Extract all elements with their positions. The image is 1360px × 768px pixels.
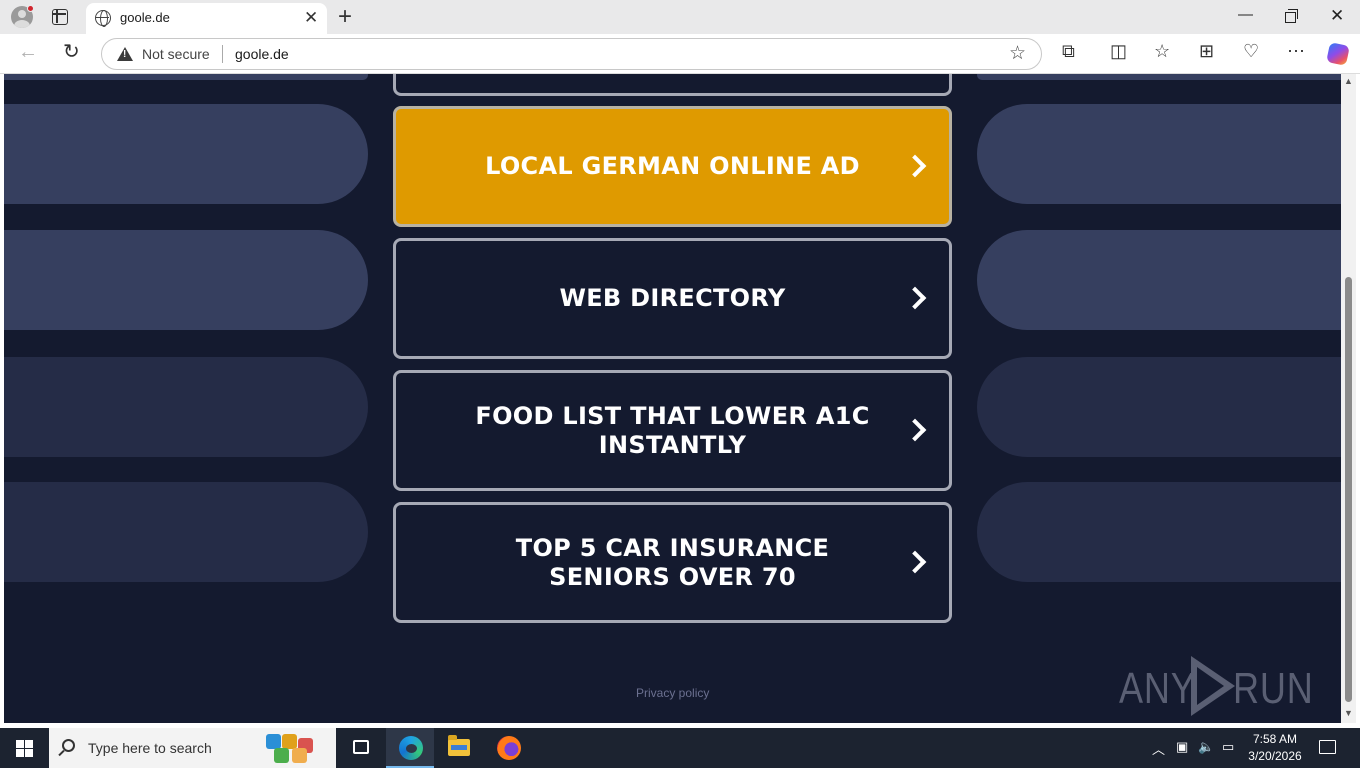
search-highlight-icon[interactable] xyxy=(266,732,328,764)
globe-icon xyxy=(95,10,111,27)
chevron-right-icon xyxy=(903,418,927,441)
decorative-pill xyxy=(4,104,368,204)
copilot-icon[interactable] xyxy=(1326,42,1350,66)
firefox-taskbar-button[interactable] xyxy=(484,728,532,768)
minimize-button[interactable]: — xyxy=(1238,6,1253,23)
play-logo-icon xyxy=(1191,656,1235,716)
decorative-pill xyxy=(977,104,1341,204)
decorative-pill xyxy=(4,230,368,330)
scroll-down-icon[interactable]: ▼ xyxy=(1344,708,1353,718)
decorative-pill xyxy=(4,74,368,80)
windows-start-icon[interactable] xyxy=(16,740,33,757)
scroll-up-icon[interactable]: ▲ xyxy=(1344,76,1353,86)
tab-strip: goole.de ✕ + — ✕ xyxy=(0,0,1360,34)
ad-card-car-insurance[interactable]: TOP 5 CAR INSURANCE SENIORS OVER 70 xyxy=(393,502,952,623)
close-tab-icon[interactable]: ✕ xyxy=(304,9,318,27)
volume-icon[interactable]: 🔈 xyxy=(1198,739,1214,755)
ad-card-food-list[interactable]: FOOD LIST THAT LOWER A1C INSTANTLY xyxy=(393,370,952,491)
file-explorer-icon xyxy=(448,735,470,756)
scroll-thumb[interactable] xyxy=(1345,277,1352,702)
close-window-button[interactable]: ✕ xyxy=(1330,6,1344,26)
search-placeholder: Type here to search xyxy=(88,740,212,756)
ad-label: TOP 5 CAR INSURANCE SENIORS OVER 70 xyxy=(515,533,830,591)
browser-essentials-icon[interactable]: ♡ xyxy=(1243,41,1259,61)
star-icon[interactable]: ☆ xyxy=(1009,42,1026,65)
reload-icon[interactable]: ↻ xyxy=(63,39,80,64)
meet-now-icon[interactable]: ▣ xyxy=(1176,739,1188,755)
ad-card-local-german[interactable]: LOCAL GERMAN ONLINE AD xyxy=(393,106,952,227)
new-tab-button[interactable]: + xyxy=(338,4,352,30)
url-text[interactable]: goole.de xyxy=(235,46,289,62)
browser-toolbar: ← ↻ Not secure goole.de ☆ ⧉ ◫ ☆ ⊞ ♡ ⋯ xyxy=(0,34,1360,74)
more-icon[interactable]: ⋯ xyxy=(1287,41,1305,61)
chevron-right-icon xyxy=(903,550,927,573)
ad-label: LOCAL GERMAN ONLINE AD xyxy=(485,152,860,180)
privacy-policy-link[interactable]: Privacy policy xyxy=(636,686,709,700)
decorative-pill xyxy=(977,482,1341,582)
watermark-run: RUN xyxy=(1233,664,1314,713)
file-explorer-button[interactable] xyxy=(435,728,483,768)
address-bar[interactable]: Not secure goole.de ☆ xyxy=(101,38,1042,70)
firefox-icon xyxy=(497,736,521,760)
watermark-any: ANY xyxy=(1119,664,1196,713)
decorative-pill xyxy=(4,482,368,582)
windows-taskbar: Type here to search ︿ ▣ 🔈 ▭ 7:58 AM 3/20… xyxy=(0,728,1360,768)
task-view-button[interactable] xyxy=(337,728,385,768)
back-icon[interactable]: ← xyxy=(18,41,38,64)
notifications-icon[interactable] xyxy=(1319,740,1336,754)
vertical-scrollbar[interactable]: ▲ ▼ xyxy=(1341,74,1356,723)
edge-icon xyxy=(399,736,423,760)
chevron-right-icon xyxy=(903,286,927,309)
page-viewport: LOCAL GERMAN ONLINE AD WEB DIRECTORY FOO… xyxy=(4,74,1341,723)
clock-time: 7:58 AM xyxy=(1252,732,1298,746)
decorative-pill xyxy=(977,74,1341,80)
extensions-icon[interactable]: ⧉ xyxy=(1062,41,1075,61)
taskbar-search-box[interactable]: Type here to search xyxy=(49,728,336,768)
tab-goole[interactable]: goole.de ✕ xyxy=(86,3,327,34)
decorative-pill xyxy=(977,230,1341,330)
profile-alert-badge xyxy=(27,5,34,12)
address-divider xyxy=(222,45,223,63)
decorative-pill xyxy=(4,357,368,457)
system-clock[interactable]: 7:58 AM 3/20/2026 xyxy=(1240,731,1310,765)
clock-date: 3/20/2026 xyxy=(1248,749,1302,763)
ad-label: FOOD LIST THAT LOWER A1C INSTANTLY xyxy=(475,401,870,459)
tab-actions-icon[interactable] xyxy=(52,9,68,25)
restore-button[interactable] xyxy=(1285,9,1298,23)
split-screen-icon[interactable]: ◫ xyxy=(1110,41,1127,61)
ad-card-partial[interactable] xyxy=(393,74,952,96)
anyrun-watermark: ANY RUN xyxy=(1119,656,1319,720)
ad-card-web-directory[interactable]: WEB DIRECTORY xyxy=(393,238,952,359)
collections-icon[interactable]: ⊞ xyxy=(1199,41,1214,61)
task-view-icon xyxy=(353,740,369,754)
ad-label: WEB DIRECTORY xyxy=(559,284,786,312)
show-hidden-icons[interactable]: ︿ xyxy=(1152,739,1165,758)
chevron-right-icon xyxy=(903,154,927,177)
decorative-pill xyxy=(977,357,1341,457)
warning-icon[interactable] xyxy=(117,47,133,61)
edge-taskbar-button[interactable] xyxy=(386,728,434,768)
security-label[interactable]: Not secure xyxy=(142,46,210,62)
network-icon[interactable]: ▭ xyxy=(1222,739,1234,755)
search-icon xyxy=(62,739,75,752)
tab-title: goole.de xyxy=(120,10,170,25)
favorites-icon[interactable]: ☆ xyxy=(1154,41,1170,61)
